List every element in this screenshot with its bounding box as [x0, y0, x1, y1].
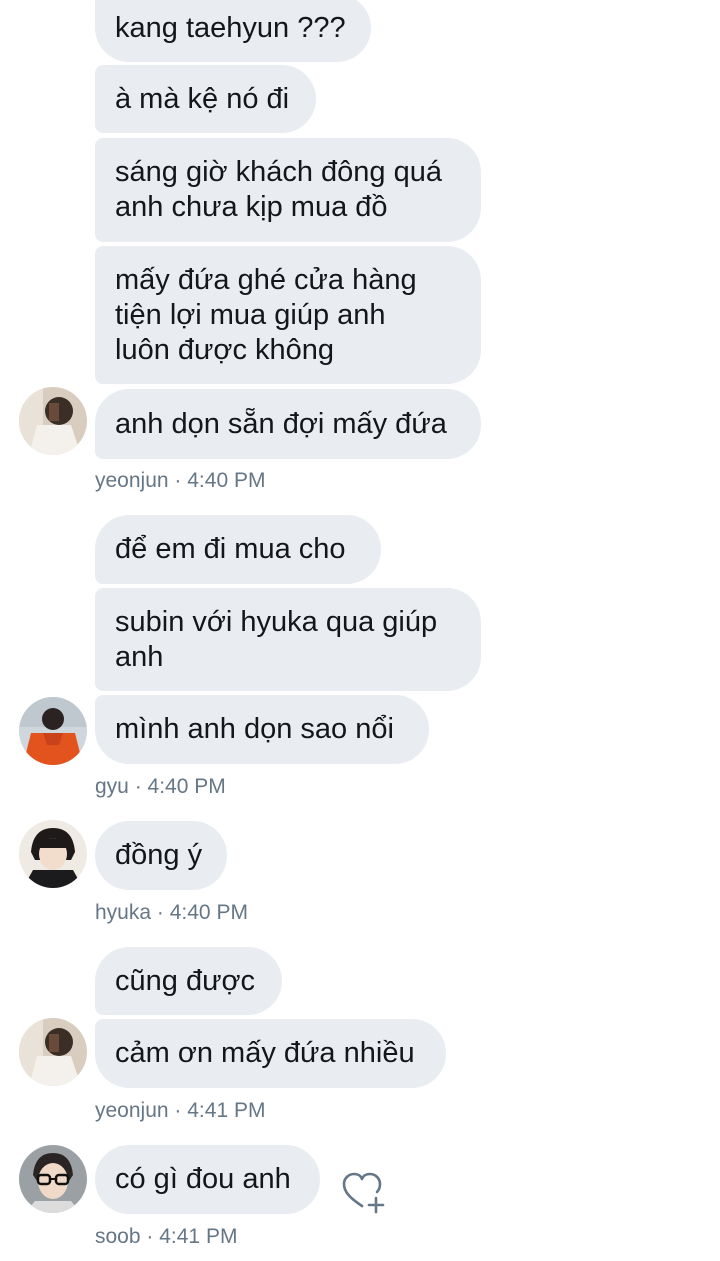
- sender-name[interactable]: soob: [95, 1225, 141, 1248]
- sender-name[interactable]: gyu: [95, 775, 129, 798]
- avatar-yeonjun[interactable]: [19, 387, 87, 455]
- avatar-yeonjun[interactable]: [19, 1018, 87, 1086]
- message-bubble[interactable]: để em đi mua cho: [95, 515, 381, 584]
- timestamp: 4:41 PM: [159, 1225, 238, 1248]
- sender-name[interactable]: yeonjun: [95, 469, 169, 492]
- message-meta: gyu · 4:40 PM: [95, 775, 226, 799]
- message-bubble[interactable]: cảm ơn mấy đứa nhiều: [95, 1019, 446, 1088]
- timestamp: 4:41 PM: [187, 1099, 266, 1122]
- meta-separator: ·: [156, 901, 164, 924]
- timestamp: 4:40 PM: [187, 469, 266, 492]
- avatar-gyu[interactable]: [19, 697, 87, 765]
- avatar-photo-yeonjun: [19, 1018, 87, 1086]
- message-meta: soob · 4:41 PM: [95, 1225, 237, 1249]
- meta-separator: ·: [134, 775, 142, 798]
- meta-separator: ·: [146, 1225, 154, 1248]
- sender-name[interactable]: yeonjun: [95, 1099, 169, 1122]
- message-meta: hyuka · 4:40 PM: [95, 901, 248, 925]
- message-bubble[interactable]: sáng giờ khách đông quá anh chưa kịp mua…: [95, 138, 481, 242]
- message-bubble[interactable]: anh dọn sẵn đợi mấy đứa: [95, 389, 481, 459]
- message-bubble[interactable]: mấy đứa ghé cửa hàng tiện lợi mua giúp a…: [95, 246, 481, 384]
- message-bubble[interactable]: mình anh dọn sao nổi: [95, 695, 429, 764]
- avatar-soob[interactable]: [19, 1145, 87, 1213]
- avatar-photo-hyuka: [19, 820, 87, 888]
- sender-name[interactable]: hyuka: [95, 901, 151, 924]
- message-bubble[interactable]: subin với hyuka qua giúp anh: [95, 588, 481, 691]
- avatar-photo-soob: [19, 1145, 87, 1213]
- meta-separator: ·: [174, 1099, 182, 1122]
- timestamp: 4:40 PM: [147, 775, 226, 798]
- message-bubble[interactable]: kang taehyun ???: [95, 0, 371, 62]
- message-bubble[interactable]: đồng ý: [95, 821, 227, 890]
- avatar-hyuka[interactable]: [19, 820, 87, 888]
- message-bubble[interactable]: à mà kệ nó đi: [95, 65, 316, 133]
- message-meta: yeonjun · 4:40 PM: [95, 469, 265, 493]
- message-bubble[interactable]: có gì đou anh: [95, 1145, 320, 1214]
- meta-separator: ·: [174, 469, 182, 492]
- avatar-photo-gyu: [19, 697, 87, 765]
- avatar-photo-yeonjun: [19, 387, 87, 455]
- message-bubble[interactable]: cũng được: [95, 947, 282, 1015]
- message-meta: yeonjun · 4:41 PM: [95, 1099, 265, 1123]
- timestamp: 4:40 PM: [169, 901, 248, 924]
- heart-plus-icon[interactable]: [340, 1168, 388, 1216]
